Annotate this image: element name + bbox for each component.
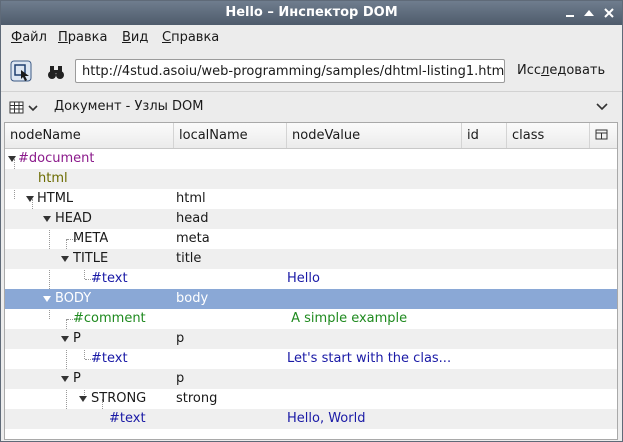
column-nodevalue[interactable]: nodeValue [287,123,462,148]
maximize-icon[interactable] [580,4,598,22]
expander-icon[interactable] [43,296,51,302]
expander-icon[interactable] [26,196,34,202]
expander-icon[interactable] [43,216,51,222]
tree-row[interactable]: TITLE title [5,249,617,269]
tree-row[interactable]: STRONG strong [5,389,617,409]
node-localname: p [176,331,185,346]
menu-bar: Файл Правка Вид Справка [1,25,622,51]
node-value: Hello, World [287,411,366,426]
node-localname: body [176,291,209,306]
column-id[interactable]: id [462,123,507,148]
tree-row[interactable]: #document [5,149,617,169]
column-header: nodeName localName nodeValue id class [5,123,617,149]
tree-row[interactable]: P p [5,369,617,389]
tree-row[interactable]: html [5,169,617,189]
menu-edit[interactable]: Правка [58,30,107,45]
minimize-icon[interactable] [561,4,579,22]
tree-row-selected[interactable]: BODY body [5,289,617,309]
node-name: TITLE [73,251,109,266]
node-value: Hello [287,271,320,286]
dom-tree[interactable]: nodeName localName nodeValue id class #d… [4,122,618,440]
menu-view[interactable]: Вид [122,30,148,45]
tree-row[interactable]: HTML html [5,189,617,209]
menu-help[interactable]: Справка [162,30,219,45]
panel-selector-row: Документ - Узлы DOM [1,92,622,122]
node-localname: p [176,371,185,386]
node-localname: title [176,251,202,266]
tree-row[interactable]: P p [5,329,617,349]
node-name: #text [91,351,128,366]
close-icon[interactable] [600,4,618,22]
url-input[interactable]: http://4stud.asoiu/web-programming/sampl… [75,59,505,83]
window-title: Hello – Инспектор DOM [225,5,398,20]
node-localname: html [176,191,206,206]
node-name: BODY [55,291,92,306]
tree-row[interactable]: HEAD head [5,209,617,229]
inspect-element-icon[interactable] [10,60,32,82]
node-name: STRONG [91,391,147,406]
panel-title: Документ - Узлы DOM [54,99,204,114]
node-localname: strong [176,391,218,406]
tree-row[interactable]: #text Let's start with the clas... [5,349,617,369]
dom-inspector-window: Hello – Инспектор DOM Файл Правка Вид Сп… [0,0,623,442]
expander-icon[interactable] [61,256,69,262]
column-picker-icon[interactable] [595,129,609,145]
grid-icon [9,101,38,114]
node-name: HTML [37,191,74,206]
node-name: html [38,171,68,186]
column-nodename[interactable]: nodeName [5,123,174,148]
node-name: #text [91,271,128,286]
node-value: Let's start with the clas... [287,351,452,366]
panel-menu-button[interactable] [9,100,41,120]
inspect-button[interactable]: Исследовать [517,63,605,78]
node-name: #document [18,151,95,166]
title-bar[interactable]: Hello – Инспектор DOM [1,1,622,25]
expander-icon[interactable] [8,156,16,162]
expander-icon[interactable] [61,376,69,382]
node-name: META [73,231,109,246]
node-name: #text [109,411,146,426]
node-localname: head [176,211,209,226]
node-name: P [73,371,81,386]
tree-row[interactable]: META meta [5,229,617,249]
node-name: HEAD [55,211,92,226]
node-name: P [73,331,81,346]
tree-row[interactable]: #comment A simple example [5,309,617,329]
toolbar: http://4stud.asoiu/web-programming/sampl… [1,53,622,92]
tree-row[interactable]: #text Hello, World [5,409,617,429]
node-localname: meta [176,231,210,246]
tree-row[interactable]: #text Hello [5,269,617,289]
expander-icon[interactable] [61,336,69,342]
search-binoculars-icon[interactable] [45,61,67,83]
node-name: #comment [73,311,146,326]
column-localname[interactable]: localName [174,123,287,148]
menu-file[interactable]: Файл [11,30,47,45]
expander-icon[interactable] [79,396,87,402]
chevron-down-icon[interactable] [595,101,609,117]
column-class[interactable]: class [507,123,590,148]
node-value: A simple example [287,311,408,326]
